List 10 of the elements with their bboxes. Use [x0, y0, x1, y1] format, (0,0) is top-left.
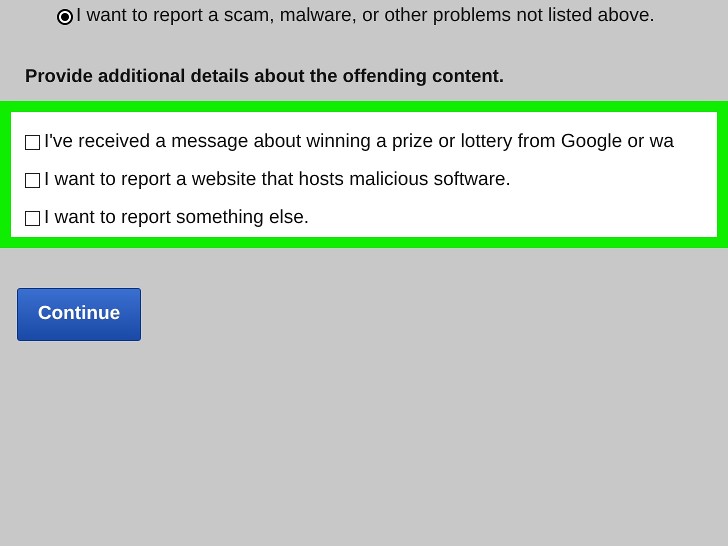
checkbox-label: I want to report something else.	[44, 206, 310, 230]
radio-button[interactable]	[57, 8, 73, 24]
checkbox-label: I've received a message about winning a prize or lottery from Google or wa	[44, 130, 674, 154]
checkbox[interactable]	[25, 172, 40, 188]
checkbox[interactable]	[25, 210, 40, 226]
section-heading: Provide additional details about the offending content.	[25, 65, 504, 86]
continue-button[interactable]: Continue	[17, 288, 141, 341]
radio-label: I want to report a scam, malware, or other problems not listed above.	[76, 4, 655, 28]
checkbox-label: I want to report a website that hosts malicious software.	[44, 168, 511, 192]
checkbox[interactable]	[25, 134, 40, 150]
